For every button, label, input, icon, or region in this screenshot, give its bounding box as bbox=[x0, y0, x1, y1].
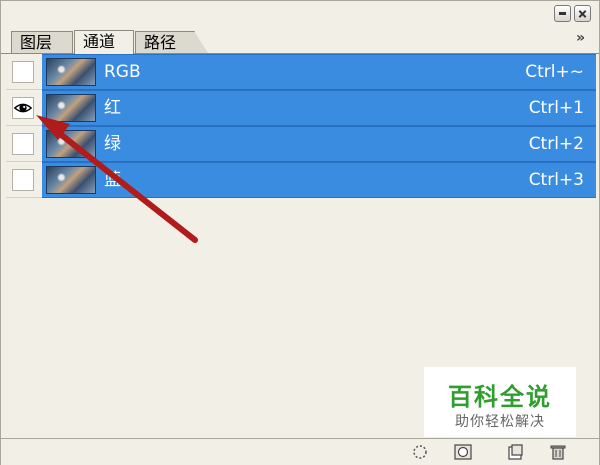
tab-channels[interactable]: 通道 bbox=[74, 30, 134, 54]
watermark-logo: 百科全说 助你轻松解决 bbox=[424, 367, 576, 437]
watermark-title: 百科全说 bbox=[448, 383, 552, 411]
watermark-subtitle: 助你轻松解决 bbox=[455, 414, 545, 430]
